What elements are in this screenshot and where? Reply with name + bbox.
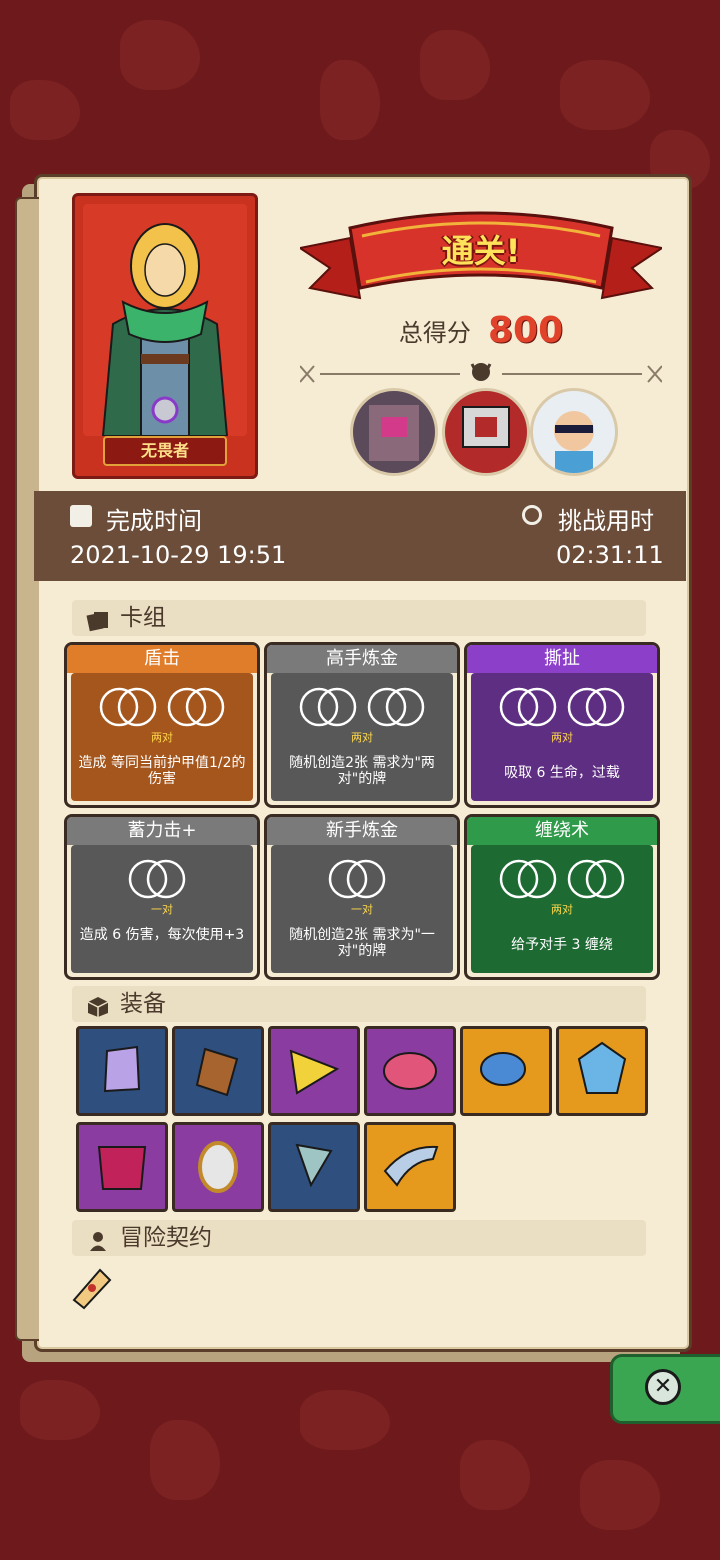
card-name: 缠绕术 — [467, 817, 657, 845]
card-name: 蓄力击+ — [67, 817, 257, 845]
card-description: 给予对手 3 缠绕 — [511, 937, 613, 953]
card-name: 新手炼金 — [267, 817, 457, 845]
deck-title-text: 卡组 — [120, 605, 166, 631]
card-requirement-icon — [471, 685, 653, 729]
card-body: 一对 造成 6 伤害，每次使用+3 — [71, 845, 253, 973]
hero-portrait — [83, 204, 247, 436]
equipment-slot-3[interactable] — [268, 1026, 360, 1116]
banner-title: 通关! — [441, 232, 521, 270]
contract-title-text: 冒险契约 — [120, 1225, 212, 1251]
card-description: 随机创造2张 需求为"一对"的牌 — [289, 927, 435, 959]
deck-section-title: 卡组 — [72, 600, 646, 636]
card-novice-alchemy[interactable]: 新手炼金 一对 随机创造2张 需求为"一对"的牌 — [264, 814, 460, 980]
person-icon — [86, 1227, 110, 1251]
card-requirement-icon — [471, 857, 653, 901]
victory-banner: 通关! — [297, 198, 665, 308]
card-description: 造成 6 伤害，每次使用+3 — [79, 927, 245, 943]
equipment-slot-9[interactable] — [268, 1122, 360, 1212]
card-requirement: 一对 — [151, 903, 173, 916]
contract-section-title: 冒险契约 — [72, 1220, 646, 1256]
finish-time-value: 2021-10-29 19:51 — [70, 541, 287, 569]
close-button[interactable]: ✕ — [610, 1354, 720, 1424]
equipment-slot-6[interactable] — [556, 1026, 648, 1116]
card-requirement: 两对 — [551, 903, 573, 916]
hero-name: 无畏者 — [103, 436, 227, 466]
card-body: 两对 吸取 6 生命，过载 — [471, 673, 653, 801]
hero-card: 无畏者 — [72, 193, 258, 479]
card-body: 两对 随机创造2张 需求为"两对"的牌 — [271, 673, 453, 801]
card-requirement-icon — [71, 685, 253, 729]
cards-icon — [86, 607, 110, 632]
score-row: 总得分 800 — [300, 310, 662, 351]
card-body: 两对 造成 等同当前护甲值1/2的伤害 — [71, 673, 253, 801]
close-icon: ✕ — [645, 1369, 681, 1405]
card-name: 盾击 — [67, 645, 257, 673]
equipment-slot-8[interactable] — [172, 1122, 264, 1212]
card-tear[interactable]: 撕扯 两对 吸取 6 生命，过载 — [464, 642, 660, 808]
card-requirement: 一对 — [351, 903, 373, 916]
score-label: 总得分 — [398, 319, 471, 347]
equipment-slot-1[interactable] — [76, 1026, 168, 1116]
duration-value: 02:31:11 — [556, 541, 664, 569]
card-requirement: 两对 — [151, 731, 173, 744]
card-requirement: 两对 — [351, 731, 373, 744]
card-requirement: 两对 — [551, 731, 573, 744]
defeated-bosses — [350, 388, 620, 476]
equipment-slot-7[interactable] — [76, 1122, 168, 1212]
equipment-title-text: 装备 — [120, 991, 166, 1017]
calendar-icon — [70, 505, 92, 527]
card-requirement-icon — [71, 857, 253, 901]
finish-time-label: 完成时间 — [106, 507, 202, 535]
boss-portrait-1 — [350, 388, 438, 476]
box-icon — [86, 993, 110, 1017]
card-shield-bash[interactable]: 盾击 两对 造成 等同当前护甲值1/2的伤害 — [64, 642, 260, 808]
card-name: 高手炼金 — [267, 645, 457, 673]
info-bar: 完成时间 2021-10-29 19:51 挑战用时 02:31:11 — [34, 491, 686, 581]
card-charged-strike[interactable]: 蓄力击+ 一对 造成 6 伤害，每次使用+3 — [64, 814, 260, 980]
card-requirement-icon — [271, 685, 453, 729]
stopwatch-icon — [522, 505, 542, 525]
boss-portrait-3 — [530, 388, 618, 476]
duration-label: 挑战用时 — [558, 507, 654, 535]
card-name: 撕扯 — [467, 645, 657, 673]
card-master-alchemy[interactable]: 高手炼金 两对 随机创造2张 需求为"两对"的牌 — [264, 642, 460, 808]
equipment-slot-4[interactable] — [364, 1026, 456, 1116]
ornament-divider — [299, 360, 663, 388]
card-body: 两对 给予对手 3 缠绕 — [471, 845, 653, 973]
card-requirement-icon — [271, 857, 453, 901]
card-description: 吸取 6 生命，过载 — [504, 765, 620, 781]
card-entangle[interactable]: 缠绕术 两对 给予对手 3 缠绕 — [464, 814, 660, 980]
equipment-slot-10[interactable] — [364, 1122, 456, 1212]
equipment-slot-5[interactable] — [460, 1026, 552, 1116]
card-description: 随机创造2张 需求为"两对"的牌 — [289, 755, 435, 787]
equipment-section-title: 装备 — [72, 986, 646, 1022]
card-body: 一对 随机创造2张 需求为"一对"的牌 — [271, 845, 453, 973]
score-value: 800 — [487, 310, 564, 351]
equipment-slot-2[interactable] — [172, 1026, 264, 1116]
card-description: 造成 等同当前护甲值1/2的伤害 — [78, 755, 246, 787]
boss-portrait-2 — [442, 388, 530, 476]
scroll-icon[interactable] — [66, 1262, 116, 1312]
